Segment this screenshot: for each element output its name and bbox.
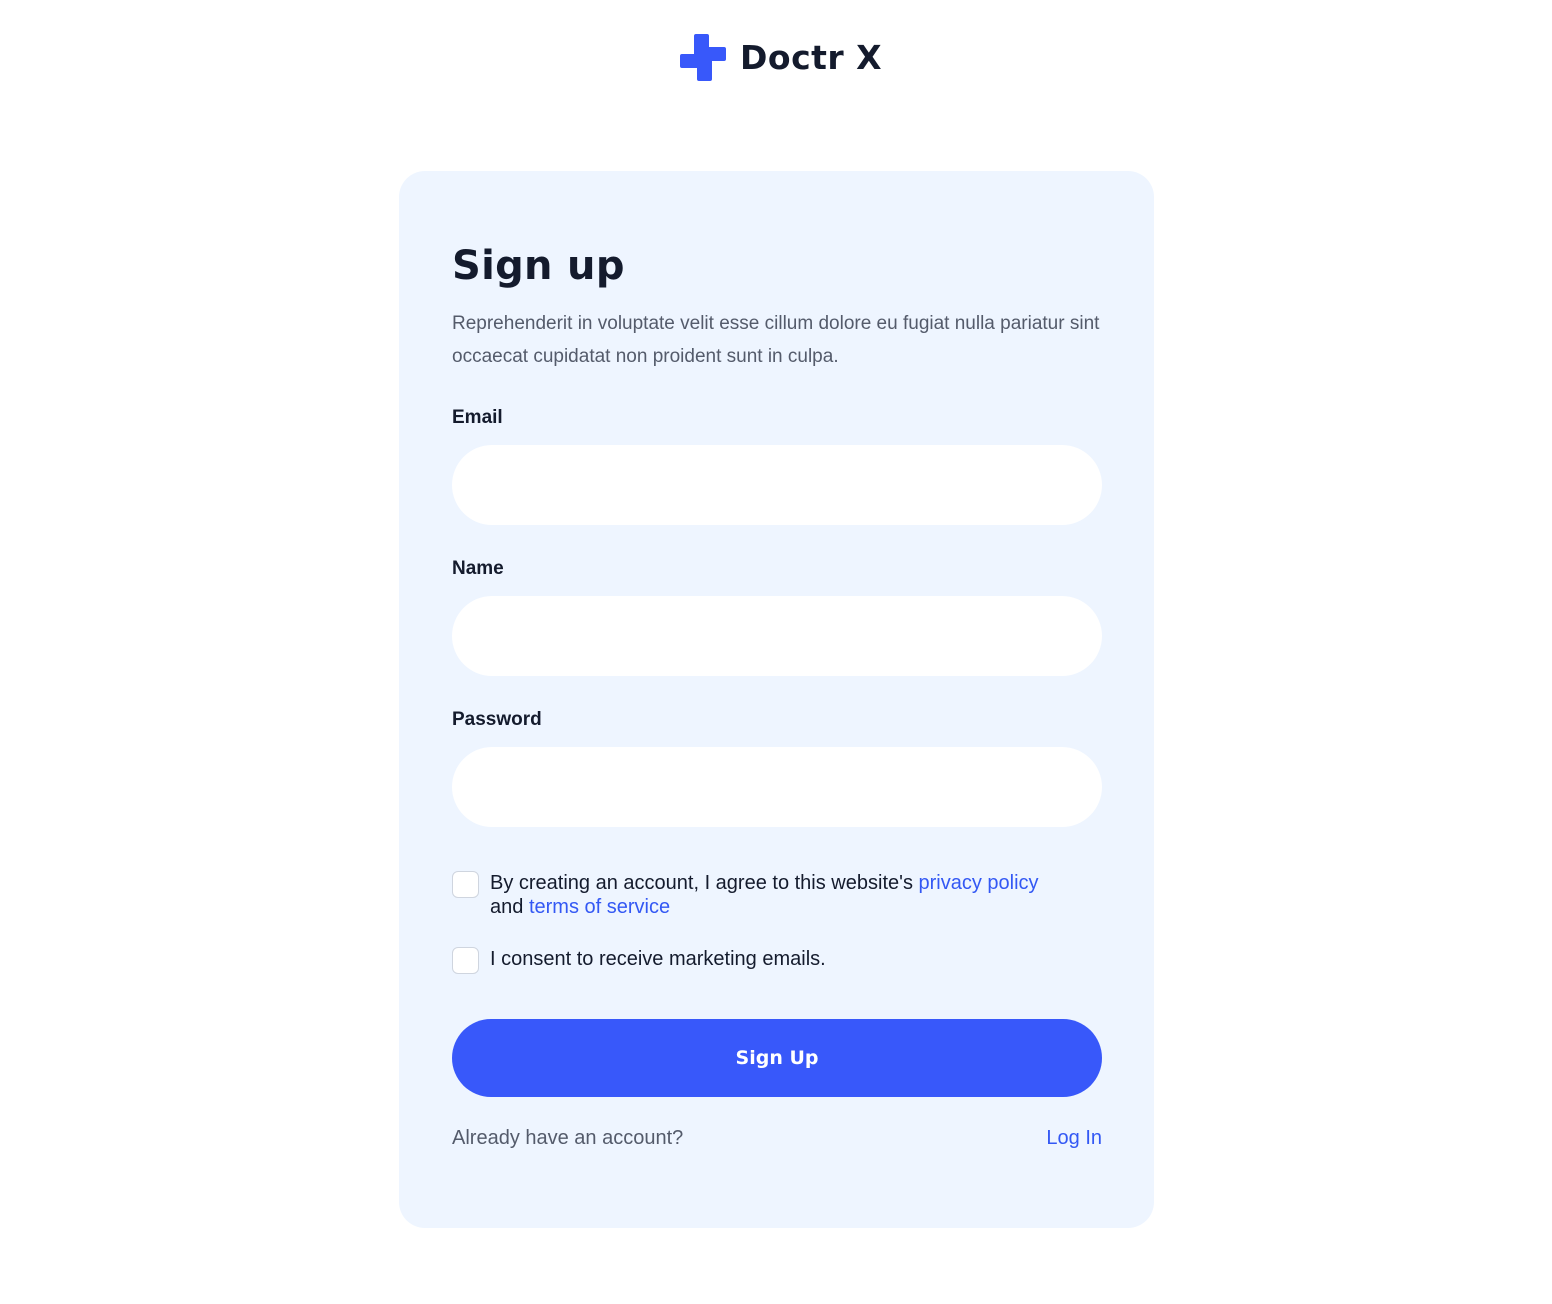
- form-description: Reprehenderit in voluptate velit esse ci…: [452, 313, 1100, 367]
- brand-name: Doctr X: [740, 38, 883, 77]
- terms-consent-row: By creating an account, I agree to this …: [452, 871, 1039, 919]
- terms-text-middle: and: [490, 896, 529, 918]
- terms-text-before: By creating an account, I agree to this …: [490, 872, 919, 894]
- login-prompt: Already have an account?: [452, 1127, 684, 1149]
- name-label: Name: [452, 558, 504, 579]
- password-field[interactable]: [452, 747, 1102, 827]
- signup-page: Doctr X Sign up Reprehenderit in volupta…: [0, 0, 1552, 1304]
- sign-up-button[interactable]: Sign Up: [452, 1019, 1102, 1097]
- terms-text: By creating an account, I agree to this …: [490, 871, 1039, 919]
- password-label: Password: [452, 709, 542, 730]
- marketing-consent-row: I consent to receive marketing emails.: [452, 947, 826, 974]
- marketing-text: I consent to receive marketing emails.: [490, 948, 826, 970]
- privacy-policy-link[interactable]: privacy policy: [919, 872, 1039, 894]
- signup-card: Sign up Reprehenderit in voluptate velit…: [399, 171, 1154, 1228]
- page-title: Sign up: [452, 243, 625, 289]
- email-field[interactable]: [452, 445, 1102, 525]
- medical-cross-icon: [680, 34, 726, 81]
- email-label: Email: [452, 407, 503, 428]
- name-field[interactable]: [452, 596, 1102, 676]
- terms-of-service-link[interactable]: terms of service: [529, 896, 670, 918]
- brand-logo[interactable]: Doctr X: [680, 34, 882, 81]
- login-link[interactable]: Log In: [1046, 1127, 1102, 1150]
- marketing-checkbox[interactable]: [452, 947, 479, 974]
- terms-checkbox[interactable]: [452, 871, 479, 898]
